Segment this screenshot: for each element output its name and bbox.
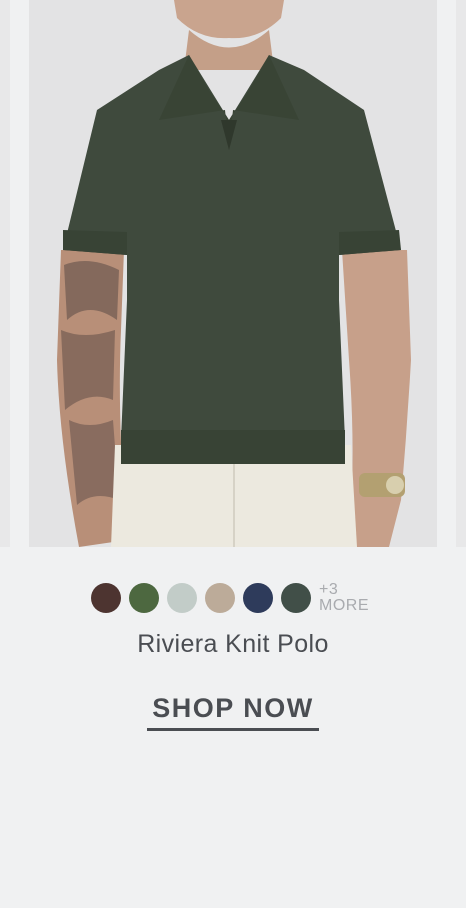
next-card-edge bbox=[456, 0, 466, 547]
swatch-sage[interactable] bbox=[167, 583, 197, 613]
product-title[interactable]: Riviera Knit Polo bbox=[0, 630, 466, 659]
more-colors-text: MORE bbox=[319, 597, 369, 614]
swatch-taupe[interactable] bbox=[205, 583, 235, 613]
swatch-charcoal-green[interactable] bbox=[281, 583, 311, 613]
shop-now-button[interactable]: SHOP NOW bbox=[147, 693, 319, 731]
more-colors-label[interactable]: +3 MORE bbox=[319, 582, 369, 614]
product-image-area bbox=[0, 0, 466, 547]
swatch-green[interactable] bbox=[129, 583, 159, 613]
product-image[interactable] bbox=[29, 0, 437, 547]
product-photo bbox=[29, 0, 437, 547]
swatch-navy[interactable] bbox=[243, 583, 273, 613]
prev-card-edge bbox=[0, 0, 10, 547]
product-card: +3 MORE Riviera Knit Polo SHOP NOW bbox=[0, 0, 466, 908]
color-swatches: +3 MORE bbox=[91, 582, 369, 614]
swatch-brown[interactable] bbox=[91, 583, 121, 613]
more-colors-count: +3 bbox=[319, 581, 339, 598]
